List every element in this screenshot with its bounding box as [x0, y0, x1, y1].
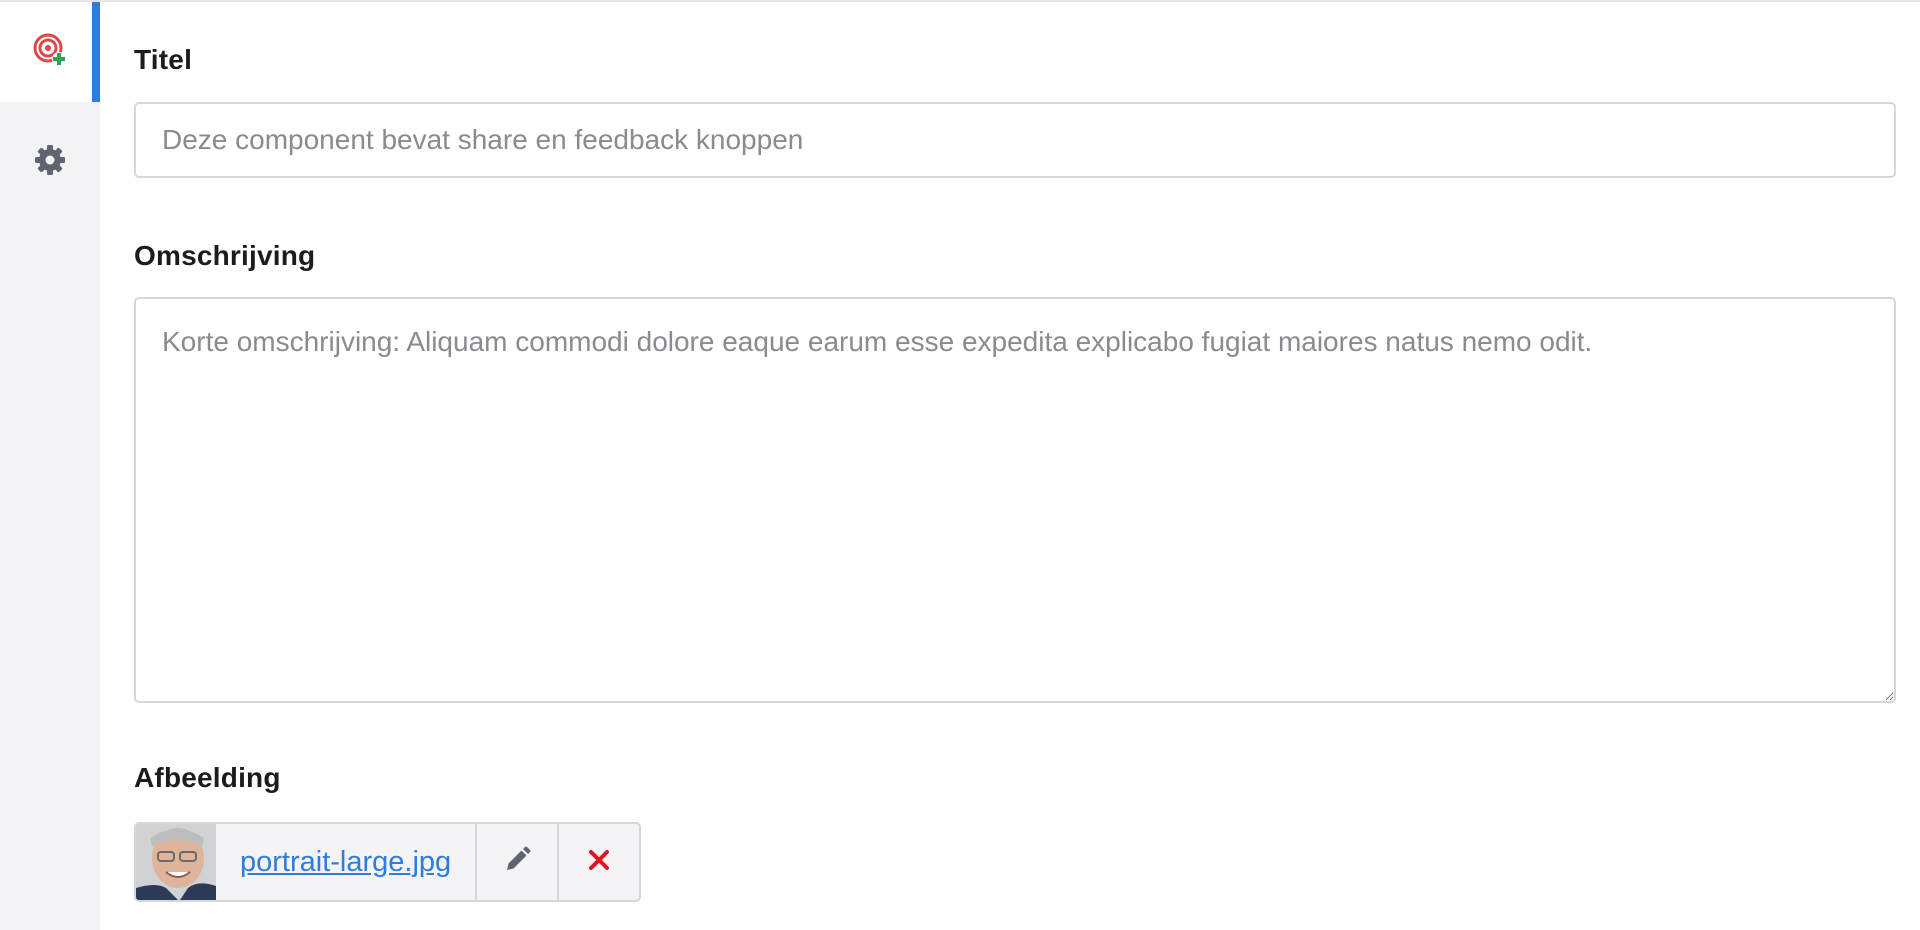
target-add-icon [32, 32, 68, 73]
editor-panel: Titel Omschrijving Afbeelding portrait-l… [0, 0, 1920, 930]
title-label: Titel [134, 44, 193, 75]
image-picker: portrait-large.jpg [134, 822, 642, 902]
title-input[interactable] [134, 102, 1896, 178]
sidebar [0, 2, 100, 930]
image-thumbnail [136, 824, 216, 900]
close-icon [587, 848, 611, 877]
tab-content[interactable] [0, 2, 100, 102]
edit-image-button[interactable] [477, 824, 557, 900]
pencil-icon [501, 844, 533, 881]
remove-image-button[interactable] [557, 824, 639, 900]
image-label: Afbeelding [134, 762, 281, 793]
image-filename-link[interactable]: portrait-large.jpg [216, 824, 478, 900]
description-label: Omschrijving [134, 240, 316, 271]
main-form: Titel Omschrijving Afbeelding portrait-l… [100, 2, 1920, 930]
gear-icon [34, 144, 66, 181]
tab-settings[interactable] [0, 112, 100, 212]
description-textarea[interactable] [134, 297, 1896, 703]
